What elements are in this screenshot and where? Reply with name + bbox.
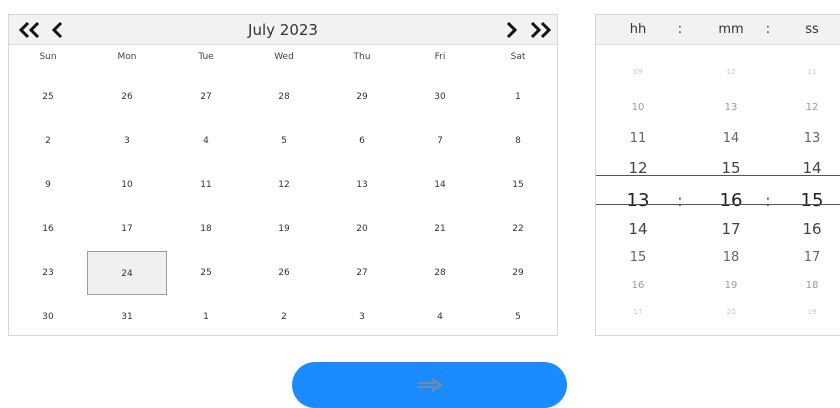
day-cell[interactable]: 4 (401, 295, 479, 339)
second-option[interactable]: 18 (792, 279, 832, 293)
day-cell[interactable]: 12 (245, 163, 323, 207)
time-separator: : (765, 22, 771, 37)
double-chevron-right-icon (530, 21, 552, 39)
weekday-row: Sun Mon Tue Wed Thu Fri Sat (9, 49, 557, 65)
hours-column-label: hh (629, 22, 647, 37)
day-cell[interactable]: 3 (323, 295, 401, 339)
time-picker: hh : mm : ss 09 12 11 10 13 12 11 14 13 12 15 14 13 1… (595, 14, 840, 336)
day-cell[interactable]: 29 (479, 251, 557, 295)
weekday-label: Sun (39, 52, 57, 62)
minute-option[interactable]: 17 (708, 220, 754, 239)
weekday-label: Thu (353, 52, 371, 62)
time-picker-header: hh : mm : ss (596, 15, 840, 45)
day-cell[interactable]: 4 (167, 119, 245, 163)
day-cell[interactable]: 27 (167, 75, 245, 119)
day-cell[interactable]: 10 (87, 163, 167, 207)
second-option[interactable]: 17 (792, 249, 832, 266)
minute-option[interactable]: 20 (708, 307, 754, 318)
day-cell[interactable]: 3 (87, 119, 167, 163)
day-cell[interactable]: 26 (87, 75, 167, 119)
second-option[interactable]: 11 (792, 67, 832, 78)
hour-option[interactable]: 14 (618, 220, 658, 239)
day-cell[interactable]: 22 (479, 207, 557, 251)
weekday-label: Tue (198, 52, 214, 62)
week-row: 16 17 18 19 20 21 22 (9, 207, 557, 251)
hour-option[interactable]: 10 (618, 101, 658, 115)
chevron-left-icon (51, 21, 63, 39)
chevron-right-icon (506, 21, 518, 39)
prev-month-button[interactable] (47, 17, 69, 43)
day-cell[interactable]: 11 (167, 163, 245, 207)
second-option[interactable]: 12 (792, 101, 832, 115)
day-cell[interactable]: 9 (9, 163, 87, 207)
minute-option[interactable]: 18 (708, 249, 754, 266)
week-row: 2 3 4 5 6 7 8 (9, 119, 557, 163)
day-cell[interactable]: 30 (401, 75, 479, 119)
date-calendar: July 2023 Sun Mon Tue Wed Thu Fri Sat 25 (8, 14, 558, 336)
next-year-button[interactable] (525, 17, 555, 43)
second-option[interactable]: 16 (792, 220, 832, 239)
hour-option[interactable]: 17 (618, 307, 658, 318)
day-cell[interactable]: 2 (9, 119, 87, 163)
minute-option[interactable]: 14 (708, 130, 754, 147)
day-cell[interactable]: 21 (401, 207, 479, 251)
double-chevron-left-icon (18, 21, 40, 39)
day-cell[interactable]: 23 (9, 251, 87, 295)
arrow-right-icon (417, 378, 443, 392)
second-option[interactable]: 13 (792, 130, 832, 147)
next-month-button[interactable] (500, 17, 522, 43)
second-option[interactable]: 19 (792, 307, 832, 318)
day-cell[interactable]: 8 (479, 119, 557, 163)
weekday-label: Wed (274, 52, 294, 62)
prev-year-button[interactable] (15, 17, 45, 43)
week-row: 9 10 11 12 13 14 15 (9, 163, 557, 207)
day-cell[interactable]: 13 (323, 163, 401, 207)
weekday-label: Sat (510, 52, 526, 62)
day-cell[interactable]: 25 (9, 75, 87, 119)
day-cell[interactable]: 26 (245, 251, 323, 295)
day-cell[interactable]: 1 (167, 295, 245, 339)
next-button[interactable] (292, 362, 567, 408)
day-cell[interactable]: 31 (87, 295, 167, 339)
weekday-label: Fri (434, 52, 446, 62)
minute-option[interactable]: 12 (708, 67, 754, 78)
hour-option[interactable]: 09 (618, 67, 658, 78)
week-row: 25 26 27 28 29 30 1 (9, 75, 557, 119)
month-title: July 2023 (248, 21, 318, 39)
calendar-grid: Sun Mon Tue Wed Thu Fri Sat 25 26 27 28 … (9, 49, 557, 339)
seconds-column-label: ss (805, 22, 819, 37)
day-cell[interactable]: 17 (87, 207, 167, 251)
minute-option[interactable]: 13 (708, 101, 754, 115)
day-cell[interactable]: 7 (401, 119, 479, 163)
day-cell[interactable]: 5 (479, 295, 557, 339)
day-cell[interactable]: 5 (245, 119, 323, 163)
day-cell[interactable]: 6 (323, 119, 401, 163)
time-separator: : (677, 22, 683, 37)
day-cell[interactable]: 2 (245, 295, 323, 339)
day-cell[interactable]: 16 (9, 207, 87, 251)
day-cell[interactable]: 1 (479, 75, 557, 119)
day-cell[interactable]: 30 (9, 295, 87, 339)
day-cell[interactable]: 18 (167, 207, 245, 251)
hour-option[interactable]: 16 (618, 279, 658, 293)
day-cell[interactable]: 29 (323, 75, 401, 119)
time-selection-band (596, 175, 840, 205)
week-row: 23 24 25 26 27 28 29 (9, 251, 557, 295)
day-cell-selected[interactable]: 24 (87, 251, 167, 295)
day-cell[interactable]: 25 (167, 251, 245, 295)
calendar-header: July 2023 (9, 15, 557, 45)
day-cell[interactable]: 19 (245, 207, 323, 251)
day-cell[interactable]: 14 (401, 163, 479, 207)
week-row: 30 31 1 2 3 4 5 (9, 295, 557, 339)
day-cell[interactable]: 28 (401, 251, 479, 295)
hour-option[interactable]: 15 (618, 249, 658, 266)
weekday-label: Mon (117, 52, 137, 62)
day-cell[interactable]: 20 (323, 207, 401, 251)
minute-option[interactable]: 19 (708, 279, 754, 293)
minutes-column-label: mm (718, 22, 744, 37)
hour-option[interactable]: 11 (618, 130, 658, 147)
day-cell[interactable]: 15 (479, 163, 557, 207)
day-cell[interactable]: 28 (245, 75, 323, 119)
day-cell[interactable]: 27 (323, 251, 401, 295)
